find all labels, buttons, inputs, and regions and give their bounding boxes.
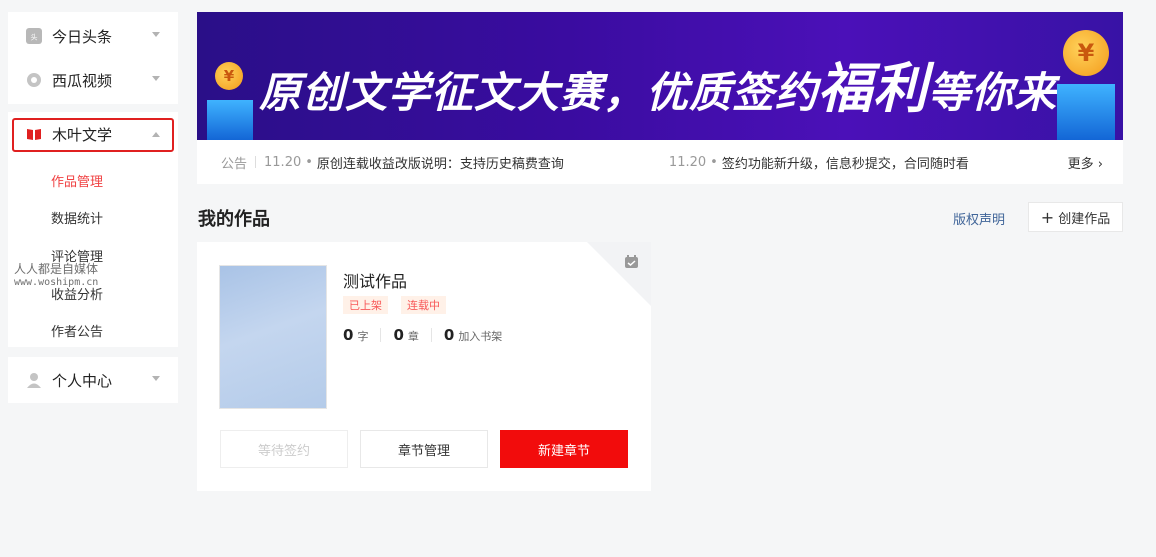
sidebar-subitem-works[interactable]: 作品管理 (51, 171, 103, 190)
work-title[interactable]: 测试作品 (343, 268, 407, 292)
sidebar-item-label: 西瓜视频 (52, 71, 113, 90)
work-card[interactable]: 测试作品 已上架 连载中 0 字 0 章 0 加入书架 等待签约 章节管理 新建… (197, 242, 651, 491)
more-label: 更多 (1067, 156, 1094, 172)
chevron-up-icon (152, 132, 160, 137)
bullet-icon: • (710, 154, 718, 170)
notice-date: 11.20 (668, 154, 707, 170)
word-count-unit: 字 (357, 330, 369, 343)
sidebar-literature: 木叶文学 作品管理 数据统计 评论管理 收益分析 作者公告 (8, 112, 178, 347)
word-count: 0 (343, 326, 354, 344)
svg-text:头: 头 (31, 33, 38, 42)
notice-link[interactable]: 签约功能新升级，信息秒提交，合同随时看 (722, 153, 969, 172)
notice-date: 11.20 (264, 154, 302, 170)
notice-bar: 公告 11.20 • 原创连载收益改版说明：支持历史稿费查询 11.20 • 签… (197, 140, 1123, 184)
chevron-down-icon (152, 32, 160, 37)
banner-headline: 原创文学征文大赛，优质签约福利等你来 (259, 44, 1057, 123)
book-icon (26, 126, 42, 142)
work-stats: 0 字 0 章 0 加入书架 (343, 326, 502, 344)
shelf-count: 0 (443, 326, 455, 344)
copyright-link[interactable]: 版权声明 (953, 209, 1005, 228)
sidebar-platforms: 头 今日头条 西瓜视频 (8, 12, 178, 104)
chapter-manage-button[interactable]: 章节管理 (360, 430, 488, 468)
more-link[interactable]: 更多 › (1068, 153, 1103, 172)
banner-text-big: 福利 (818, 59, 929, 119)
sidebar-item-xigua[interactable]: 西瓜视频 (8, 62, 178, 98)
xigua-logo-icon (26, 72, 42, 88)
watermark-text: 人人都是自媒体 (14, 262, 99, 276)
plus-icon: + (1040, 207, 1055, 227)
watermark-url: www.woshipm.cn (14, 277, 99, 288)
create-work-label: 创建作品 (1058, 211, 1111, 227)
divider (255, 156, 257, 168)
create-work-button[interactable]: + 创建作品 (1028, 202, 1123, 232)
user-icon (26, 372, 42, 388)
sidebar-item-label: 今日头条 (52, 27, 113, 46)
banner-text-part2: 等你来 (928, 69, 1058, 116)
chapter-count: 0 (393, 326, 404, 344)
coin-right-icon: ¥ (1063, 30, 1109, 76)
right-cube-decoration (1057, 84, 1115, 140)
calendar-icon[interactable] (624, 254, 639, 273)
chevron-down-icon (152, 76, 160, 81)
banner-text-part1: 原创文学征文大赛，优质签约 (259, 69, 819, 116)
sidebar-item-label: 个人中心 (52, 371, 113, 390)
sidebar-subitem-stats[interactable]: 数据统计 (51, 208, 103, 227)
toutiao-logo-icon: 头 (26, 28, 42, 44)
sidebar-item-muye[interactable]: 木叶文学 (8, 116, 178, 152)
coin-left-icon: ¥ (215, 62, 243, 90)
shelf-count-unit: 加入书架 (458, 330, 503, 343)
chevron-down-icon (152, 376, 160, 381)
await-signing-button[interactable]: 等待签约 (220, 430, 348, 468)
sidebar-personal: 个人中心 (8, 357, 178, 403)
sidebar-item-toutiao[interactable]: 头 今日头条 (8, 18, 178, 54)
work-cover-image[interactable] (219, 265, 327, 409)
promo-banner[interactable]: ¥ 原创文学征文大赛，优质签约福利等你来 ¥ (197, 12, 1123, 140)
status-badge: 已上架 (343, 296, 388, 314)
notice-label: 公告 (221, 156, 248, 172)
chevron-right-icon: › (1097, 156, 1103, 172)
sidebar-subitem-notices[interactable]: 作者公告 (51, 321, 103, 340)
divider (380, 328, 382, 342)
chapter-count-unit: 章 (407, 330, 419, 343)
left-cube-decoration (207, 100, 253, 140)
watermark: 人人都是自媒体 www.woshipm.cn (14, 262, 98, 290)
bullet-icon: • (305, 154, 313, 170)
status-badge: 连载中 (401, 296, 446, 314)
sidebar-item-label: 木叶文学 (52, 125, 113, 144)
notice-link[interactable]: 原创连载收益改版说明：支持历史稿费查询 (317, 153, 564, 172)
divider (430, 328, 432, 342)
sidebar-item-personal[interactable]: 个人中心 (8, 362, 178, 398)
new-chapter-button[interactable]: 新建章节 (500, 430, 628, 468)
page-title: 我的作品 (198, 209, 270, 230)
corner-decoration (587, 242, 651, 306)
